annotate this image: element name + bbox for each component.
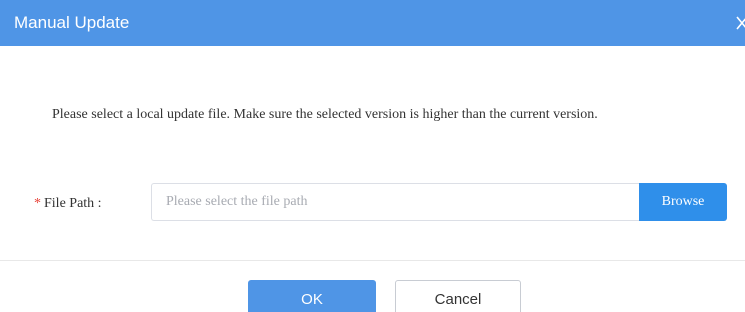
file-path-label: * File Path : [34, 194, 102, 214]
footer-divider [0, 260, 745, 261]
dialog-title-bar: Manual Update [0, 0, 745, 46]
ok-button[interactable]: OK [248, 280, 376, 312]
file-path-input[interactable] [151, 183, 640, 221]
dialog-title: Manual Update [14, 13, 130, 32]
file-path-label-text: File Path : [44, 196, 102, 211]
close-icon[interactable] [735, 13, 745, 33]
update-instructions: Please select a local update file. Make … [52, 107, 598, 122]
manual-update-dialog: Manual Update Please select a local upda… [0, 0, 745, 312]
cancel-button[interactable]: Cancel [395, 280, 521, 312]
browse-button[interactable]: Browse [639, 183, 727, 221]
required-marker: * [34, 196, 41, 211]
